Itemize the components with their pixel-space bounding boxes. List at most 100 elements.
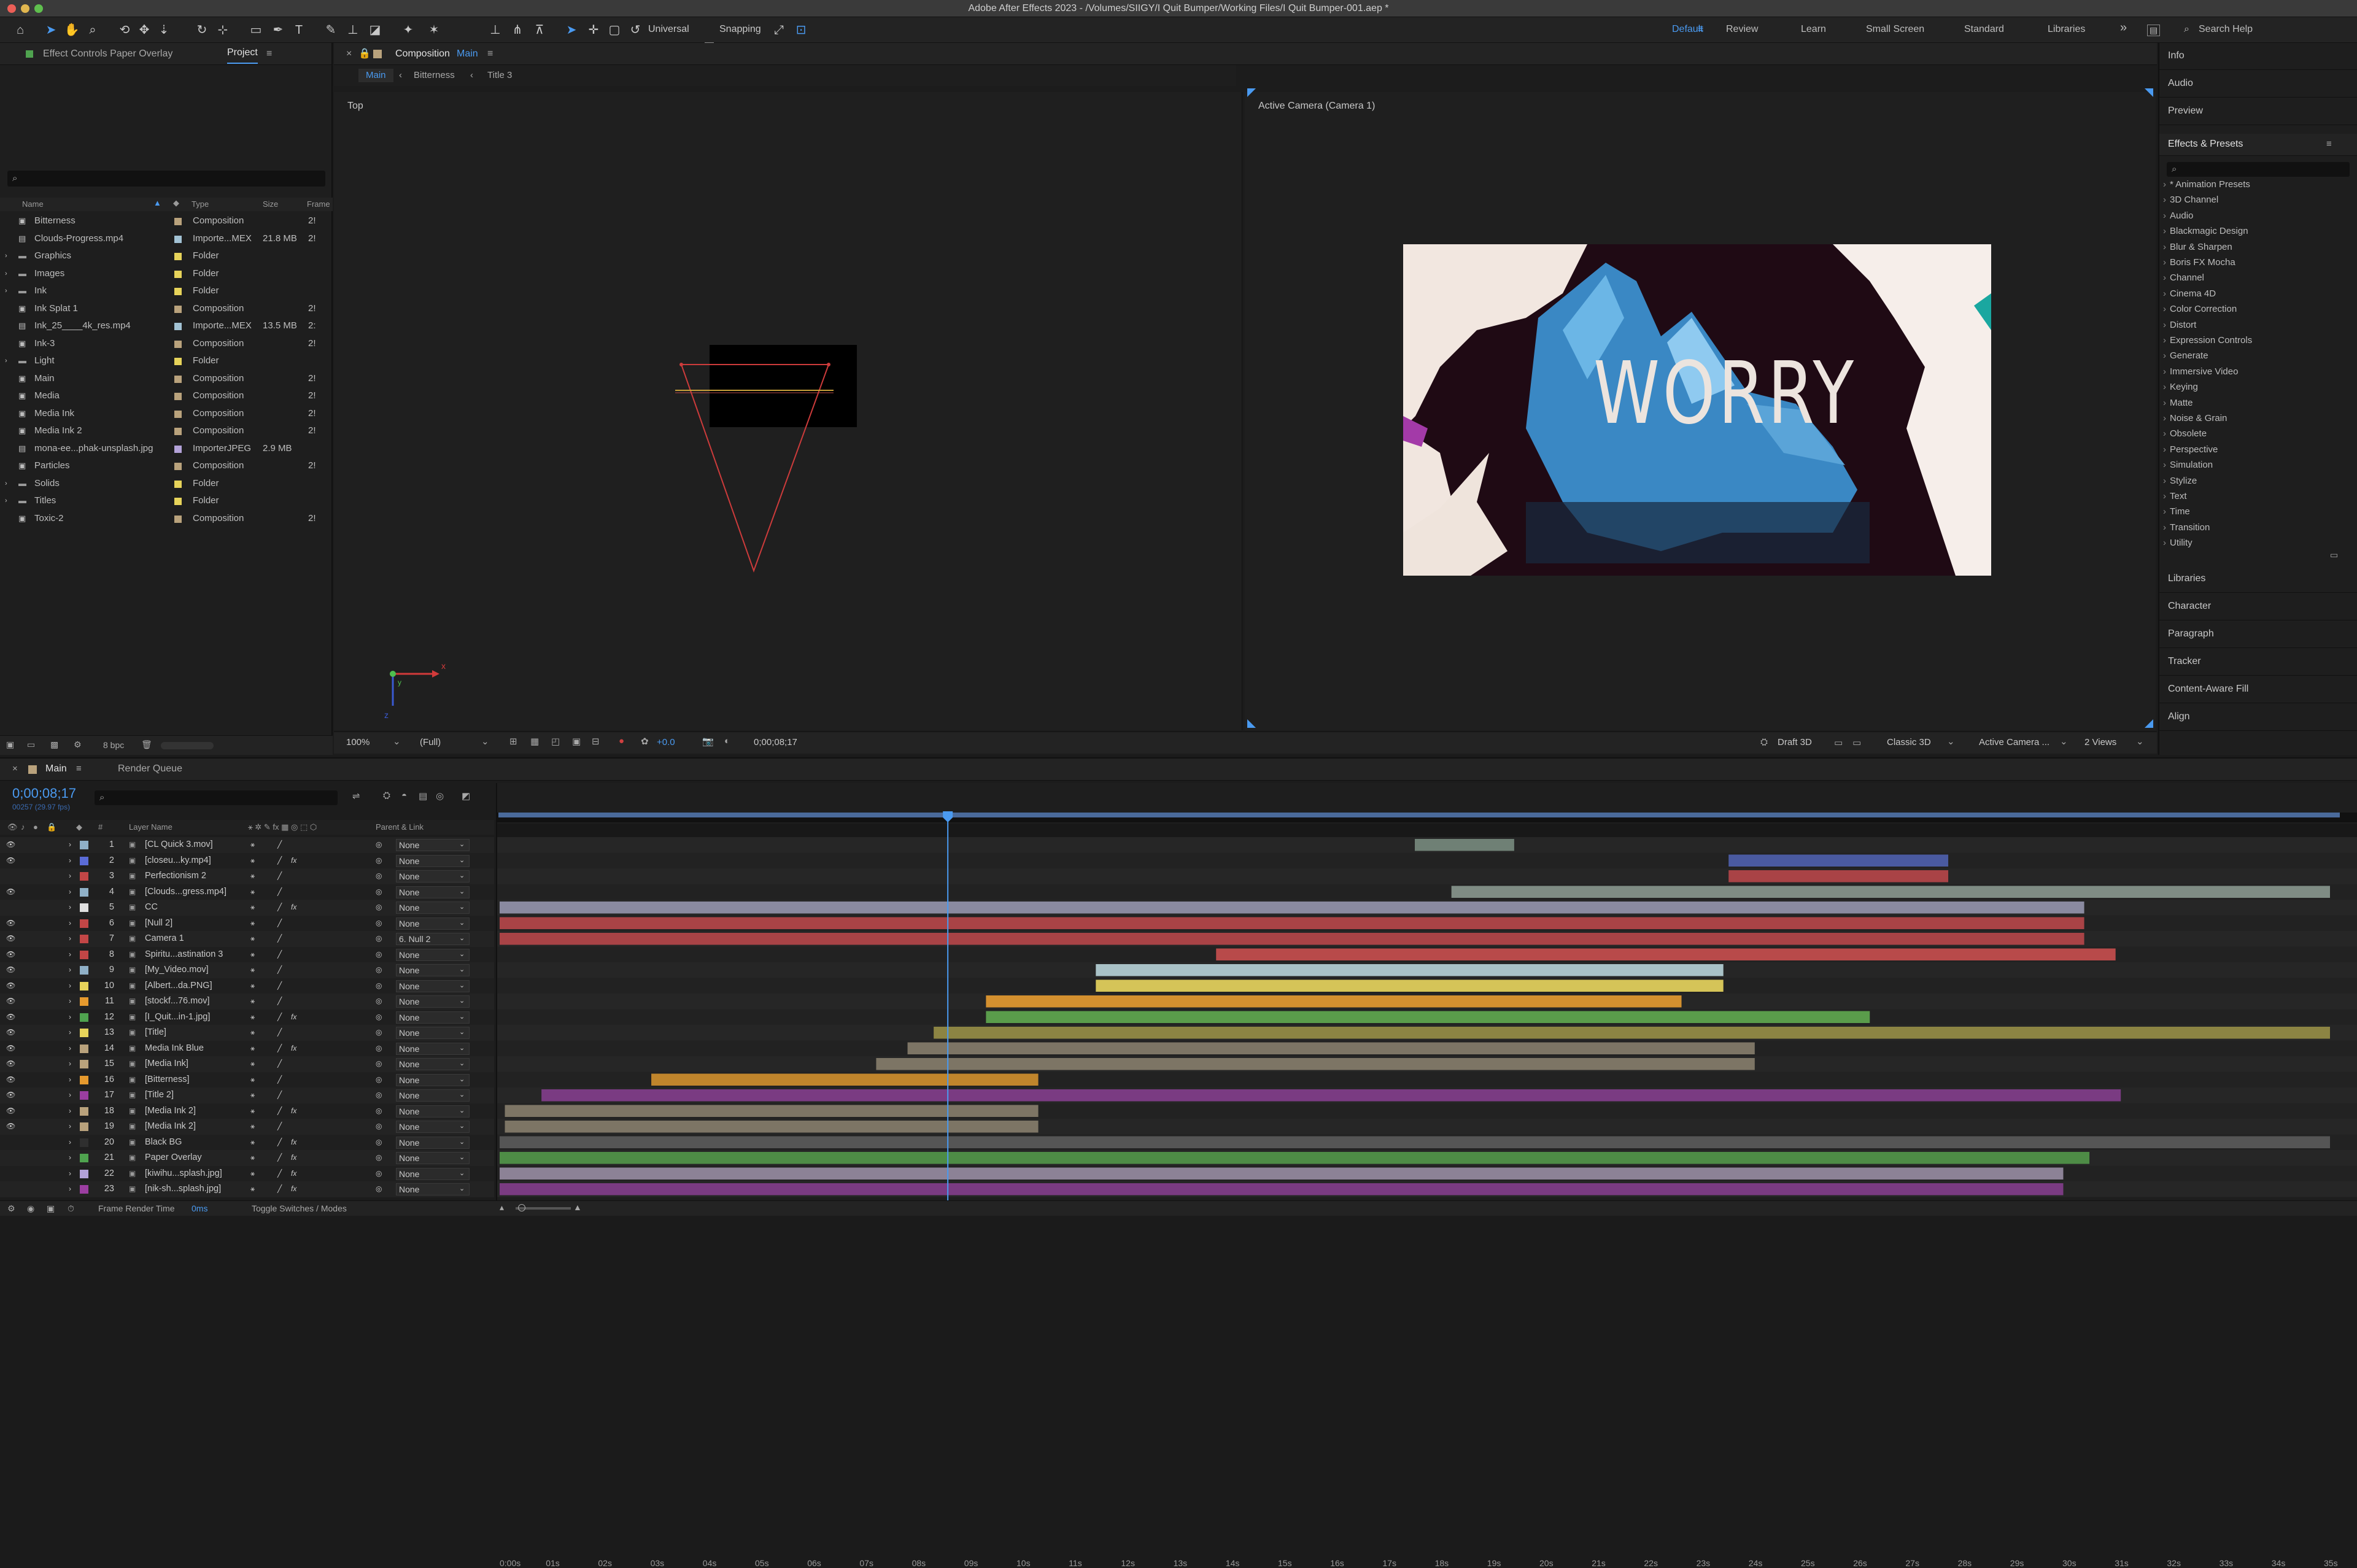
pickwhip-icon[interactable]: ◎ xyxy=(376,947,382,963)
expand-arrow-icon[interactable]: › xyxy=(69,1150,71,1166)
layer-row[interactable]: › 3 ▣ Perfectionism 2 ⚹ ╱ ◎ None ⌄ xyxy=(0,868,494,884)
chevron-right-icon[interactable]: › xyxy=(2163,491,2166,501)
motion-blur-icon[interactable]: ◎ xyxy=(436,790,444,801)
layer-name[interactable]: [Title 2] xyxy=(145,1087,243,1103)
eye-toggle-icon[interactable]: 👁 xyxy=(6,931,15,947)
chevron-right-icon[interactable]: › xyxy=(2163,413,2166,423)
local-axis-icon[interactable]: ⊥ xyxy=(487,22,503,38)
expand-arrow-icon[interactable]: › xyxy=(69,1119,71,1135)
dolly-camera-icon[interactable]: ⇣ xyxy=(156,22,172,38)
breadcrumb-main[interactable]: Main xyxy=(358,69,393,82)
quality-switch-icon[interactable]: ╱ xyxy=(277,1119,282,1135)
layer-row[interactable]: 👁 › 7 ▣ Camera 1 ⚹ ╱ ◎ 6. Null 2 ⌄ xyxy=(0,931,494,947)
layer-duration-bar[interactable] xyxy=(1096,964,1724,976)
pickwhip-icon[interactable]: ◎ xyxy=(376,853,382,869)
new-preset-icon[interactable]: ▭ xyxy=(2330,550,2338,560)
layer-label-color[interactable] xyxy=(80,1154,88,1162)
layer-name[interactable]: [My_Video.mov] xyxy=(145,962,243,978)
quality-switch-icon[interactable]: ╱ xyxy=(277,931,282,947)
snap-options-icon[interactable]: ⤢ xyxy=(771,22,787,38)
project-item[interactable]: ▤ mona-ee...phak-unsplash.jpg ImporterJPEG… xyxy=(5,440,329,458)
layer-duration-bar[interactable] xyxy=(1096,979,1724,992)
expand-arrow-icon[interactable]: › xyxy=(69,916,71,932)
exposure-value[interactable]: +0.0 xyxy=(657,737,675,747)
parent-link-select[interactable]: None xyxy=(396,1089,470,1102)
expand-arrow-icon[interactable]: › xyxy=(69,978,71,994)
audio-toggle-icon[interactable]: ♪ xyxy=(21,822,25,832)
layer-row[interactable]: 👁 › 12 ▣ [I_Quit...in-1.jpg] ⚹ ╱ fx ◎ None ⌄ xyxy=(0,1009,494,1025)
world-axis-icon[interactable]: ⋔ xyxy=(509,22,525,38)
roto-brush-icon[interactable]: ✦ xyxy=(400,22,416,38)
view-layout-select[interactable]: 2 Views xyxy=(2084,737,2116,747)
effect-category[interactable]: › Channel xyxy=(2163,272,2204,287)
effect-category[interactable]: › Color Correction xyxy=(2163,304,2237,319)
chevron-right-icon[interactable]: › xyxy=(2163,288,2166,299)
expand-arrow-icon[interactable]: › xyxy=(69,1181,71,1197)
effect-switch-icon[interactable]: fx xyxy=(291,1103,296,1119)
effect-category[interactable]: › 3D Channel xyxy=(2163,195,2218,209)
panel-tab-align[interactable]: Align xyxy=(2159,704,2357,731)
expand-arrow-icon[interactable]: › xyxy=(69,1025,71,1041)
frame-blending-icon[interactable]: ▤ xyxy=(419,790,427,801)
eye-toggle-icon[interactable]: 👁 xyxy=(6,853,15,869)
shy-layers-icon[interactable]: ◓ xyxy=(401,790,407,801)
shy-switch-icon[interactable]: ⚹ xyxy=(250,947,255,963)
chevron-down-icon[interactable]: ⌄ xyxy=(1947,736,1955,747)
quality-switch-icon[interactable]: ╱ xyxy=(277,837,282,853)
parent-link-select[interactable]: None xyxy=(396,870,470,882)
mask-visibility-icon[interactable]: ◰ xyxy=(551,736,560,747)
layer-row[interactable]: › 22 ▣ [kiwihu...splash.jpg] ⚹ ╱ fx ◎ None ⌄ xyxy=(0,1165,494,1181)
effect-category[interactable]: › Blackmagic Design xyxy=(2163,226,2248,241)
chevron-right-icon[interactable]: › xyxy=(2163,304,2166,314)
shy-switch-icon[interactable]: ⚹ xyxy=(250,868,255,884)
label-color-swatch[interactable] xyxy=(174,515,182,523)
label-color-swatch[interactable] xyxy=(174,463,182,470)
quality-switch-icon[interactable]: ╱ xyxy=(277,900,282,916)
project-item[interactable]: ▤ Clouds-Progress.mp4 Importe...MEX 21.8 MB… xyxy=(5,230,329,248)
timeline-current-time[interactable]: 0;00;08;17 xyxy=(12,786,76,801)
comp-lock-icon[interactable]: 🔒 xyxy=(358,43,371,65)
eye-toggle-icon[interactable]: 👁 xyxy=(6,1119,15,1135)
workspace-menu-icon[interactable]: ≡ xyxy=(1698,24,1703,35)
parent-link-select[interactable]: None xyxy=(396,964,470,976)
chevron-down-icon[interactable]: ⌄ xyxy=(459,962,465,978)
quality-switch-icon[interactable]: ╱ xyxy=(277,1025,282,1041)
chevron-right-icon[interactable]: › xyxy=(2163,335,2166,346)
project-settings-icon[interactable]: ⚙ xyxy=(74,740,82,750)
layer-label-color[interactable] xyxy=(80,950,88,959)
shy-switch-icon[interactable]: ⚹ xyxy=(250,916,255,932)
pickwhip-icon[interactable]: ◎ xyxy=(376,1135,382,1151)
layer-duration-bar[interactable] xyxy=(986,1011,1870,1024)
project-item[interactable]: › ▬ Graphics Folder xyxy=(5,247,329,265)
chevron-right-icon[interactable]: › xyxy=(2163,538,2166,548)
parent-link-select[interactable]: None xyxy=(396,948,470,961)
chevron-down-icon[interactable]: ⌄ xyxy=(459,868,465,884)
effect-switch-icon[interactable]: fx xyxy=(291,1041,296,1057)
chevron-down-icon[interactable]: ⌄ xyxy=(459,837,465,853)
col-parent-link[interactable]: Parent & Link xyxy=(376,822,424,832)
shy-switch-icon[interactable]: ⚹ xyxy=(250,1025,255,1041)
parent-link-select[interactable]: None xyxy=(396,917,470,930)
rotation-tool-icon[interactable]: ↻ xyxy=(194,22,210,38)
panel-tab-libraries[interactable]: Libraries xyxy=(2159,566,2357,593)
chevron-down-icon[interactable]: ⌄ xyxy=(459,1010,465,1025)
home-icon[interactable]: ⌂ xyxy=(12,22,28,38)
quality-switch-icon[interactable]: ╱ xyxy=(277,916,282,932)
effects-menu-icon[interactable]: ≡ xyxy=(2326,139,2332,149)
project-item[interactable]: ▣ Bitterness Composition 2! xyxy=(5,212,329,230)
shy-switch-icon[interactable]: ⚹ xyxy=(250,1150,255,1166)
expand-arrow-icon[interactable]: › xyxy=(69,1135,71,1151)
layer-row[interactable]: 👁 › 15 ▣ [Media Ink] ⚹ ╱ ◎ None ⌄ xyxy=(0,1056,494,1072)
layer-duration-bar[interactable] xyxy=(500,933,2084,945)
transfer-controls-icon[interactable]: ◉ xyxy=(27,1203,34,1214)
panel-tab-tracker[interactable]: Tracker xyxy=(2159,649,2357,676)
layer-duration-bar[interactable] xyxy=(907,1042,1755,1055)
chevron-down-icon[interactable]: ⌄ xyxy=(459,1135,465,1151)
pickwhip-icon[interactable]: ◎ xyxy=(376,994,382,1010)
chevron-right-icon[interactable]: › xyxy=(2163,272,2166,283)
pan-camera-icon[interactable]: ✥ xyxy=(136,22,152,38)
label-color-swatch[interactable] xyxy=(174,410,182,418)
project-item[interactable]: › ▬ Images Folder xyxy=(5,265,329,283)
parent-link-select[interactable]: None xyxy=(396,1136,470,1149)
parent-link-select[interactable]: None xyxy=(396,1073,470,1086)
